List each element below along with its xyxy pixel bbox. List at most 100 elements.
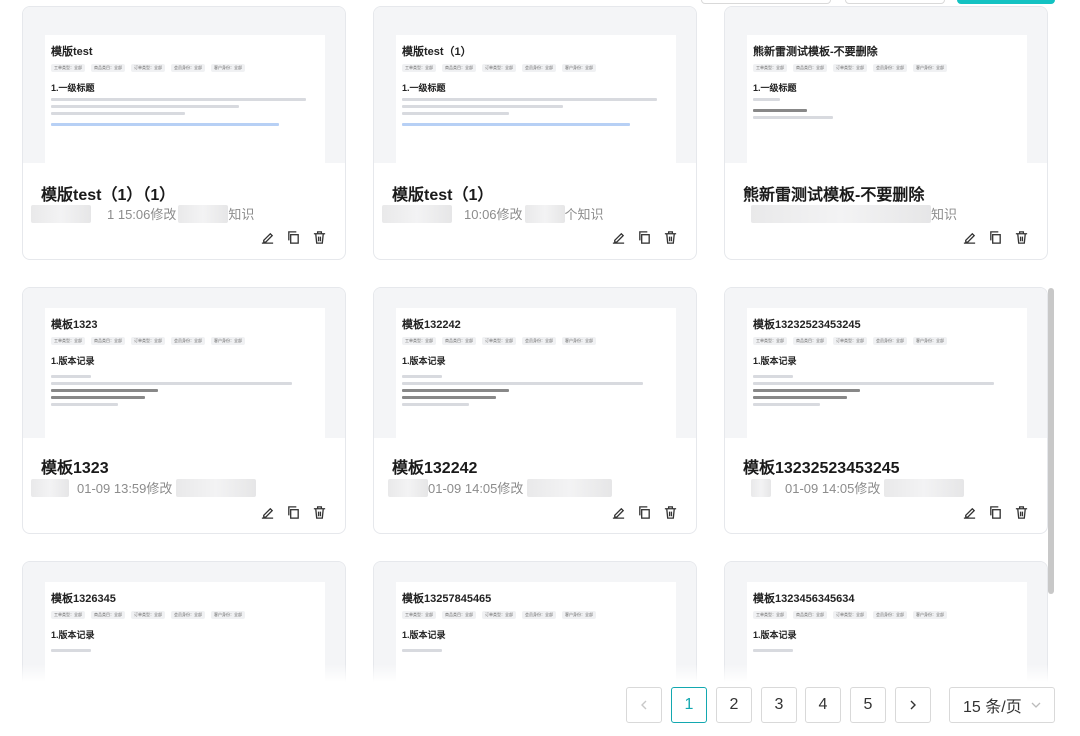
copy-icon[interactable] — [987, 504, 1003, 520]
preview-chip: 订单类型：全部 — [833, 611, 867, 619]
delete-icon[interactable] — [662, 504, 678, 520]
card-knowledge-count: 个知识 — [564, 207, 604, 222]
preview-sheet: 模板13232523453245 工单类型：全部 商品类目：全部 订单类型：全部… — [747, 308, 1027, 438]
card-preview: 模板13232523453245 工单类型：全部 商品类目：全部 订单类型：全部… — [725, 288, 1047, 438]
preview-chip: 商品类目：全部 — [793, 64, 827, 72]
vertical-scrollbar[interactable] — [1048, 288, 1054, 594]
preview-title: 模板1323456345634 — [753, 593, 855, 605]
redacted-author — [382, 204, 452, 223]
page-2-button[interactable]: 2 — [716, 687, 752, 723]
template-card[interactable]: 模版test 工单类型：全部 商品类目：全部 订单类型：全部 会员身份：全部 客… — [22, 6, 346, 260]
preview-heading: 1.版本记录 — [753, 630, 797, 640]
card-meta: 01-09 14:05修改 — [733, 478, 965, 497]
toolbar-button[interactable] — [701, 0, 831, 4]
page-1-button[interactable]: 1 — [671, 687, 707, 723]
preview-sheet: 模板1323 工单类型：全部 商品类目：全部 订单类型：全部 会员身份：全部 客… — [45, 308, 325, 438]
card-preview: 熊新雷测试模板-不要删除 工单类型：全部 商品类目：全部 订单类型：全部 会员身… — [725, 7, 1047, 163]
copy-icon[interactable] — [987, 229, 1003, 245]
preview-chip: 会员身份：全部 — [522, 611, 556, 619]
redacted-author — [388, 478, 428, 497]
preview-heading: 1.版本记录 — [753, 356, 797, 366]
card-title[interactable]: 熊新雷测试模板-不要删除 — [743, 181, 924, 205]
card-title[interactable]: 模板1323 — [41, 454, 109, 478]
page-size-select[interactable]: 15 条/页 — [949, 687, 1055, 723]
page-3-button[interactable]: 3 — [761, 687, 797, 723]
template-card[interactable]: 模板1323 工单类型：全部 商品类目：全部 订单类型：全部 会员身份：全部 客… — [22, 287, 346, 534]
redacted-count — [524, 204, 565, 223]
preview-chip: 客户身份：全部 — [562, 64, 596, 72]
delete-icon[interactable] — [311, 229, 327, 245]
preview-chip: 会员身份：全部 — [873, 611, 907, 619]
edit-icon[interactable] — [961, 504, 977, 520]
preview-chip: 工单类型：全部 — [753, 337, 787, 345]
delete-icon[interactable] — [1013, 504, 1029, 520]
preview-chip: 商品类目：全部 — [442, 611, 476, 619]
chevron-right-icon — [910, 700, 916, 710]
card-title[interactable]: 模板13232523453245 — [743, 454, 900, 478]
copy-icon[interactable] — [285, 504, 301, 520]
preview-chip: 订单类型：全部 — [131, 64, 165, 72]
preview-chip: 商品类目：全部 — [91, 611, 125, 619]
preview-chip: 客户身份：全部 — [211, 64, 245, 72]
edit-icon[interactable] — [961, 229, 977, 245]
preview-chip: 客户身份：全部 — [211, 337, 245, 345]
redacted-author — [751, 204, 931, 223]
template-card[interactable]: 模版test（1） 工单类型：全部 商品类目：全部 订单类型：全部 会员身份：全… — [373, 6, 697, 260]
preview-sheet: 模板132242 工单类型：全部 商品类目：全部 订单类型：全部 会员身份：全部… — [396, 308, 676, 438]
primary-toolbar-button[interactable] — [957, 0, 1055, 4]
preview-chip: 会员身份：全部 — [171, 337, 205, 345]
preview-title: 模版test — [51, 46, 93, 58]
preview-chip: 工单类型：全部 — [51, 337, 85, 345]
page-5-button[interactable]: 5 — [850, 687, 886, 723]
preview-chip: 会员身份：全部 — [522, 64, 556, 72]
card-modified-time: 01-09 14:05修改 — [785, 481, 881, 496]
preview-chip: 工单类型：全部 — [753, 611, 787, 619]
preview-chip: 工单类型：全部 — [402, 337, 436, 345]
delete-icon[interactable] — [662, 229, 678, 245]
preview-chip: 商品类目：全部 — [91, 64, 125, 72]
edit-icon[interactable] — [610, 504, 626, 520]
template-card[interactable]: 模板132242 工单类型：全部 商品类目：全部 订单类型：全部 会员身份：全部… — [373, 287, 697, 534]
card-title[interactable]: 模版test（1）（1） — [41, 181, 175, 205]
card-title[interactable]: 模板132242 — [392, 454, 477, 478]
template-card[interactable]: 熊新雷测试模板-不要删除 工单类型：全部 商品类目：全部 订单类型：全部 会员身… — [724, 6, 1048, 260]
preview-sheet: 熊新雷测试模板-不要删除 工单类型：全部 商品类目：全部 订单类型：全部 会员身… — [747, 35, 1027, 163]
preview-chip: 客户身份：全部 — [913, 337, 947, 345]
preview-title: 模板132242 — [402, 319, 461, 331]
next-page-button[interactable] — [895, 687, 931, 723]
preview-title: 模板1323 — [51, 319, 98, 331]
card-preview: 模板132242 工单类型：全部 商品类目：全部 订单类型：全部 会员身份：全部… — [374, 288, 696, 438]
card-meta: 10:06修改 个知识 — [382, 204, 604, 223]
redacted-author — [751, 478, 771, 497]
page-size-label: 15 条/页 — [963, 699, 1022, 716]
copy-icon[interactable] — [636, 504, 652, 520]
preview-chip: 商品类目：全部 — [442, 64, 476, 72]
preview-heading: 1.版本记录 — [51, 356, 95, 366]
card-modified-time: 1 15:06修改 — [107, 207, 177, 222]
redacted-author — [31, 478, 69, 497]
card-meta: 知识 — [733, 204, 957, 223]
template-card[interactable]: 模板13232523453245 工单类型：全部 商品类目：全部 订单类型：全部… — [724, 287, 1048, 534]
preview-chip: 工单类型：全部 — [753, 64, 787, 72]
preview-title: 模板13257845465 — [402, 593, 492, 605]
prev-page-button[interactable] — [626, 687, 662, 723]
edit-icon[interactable] — [259, 229, 275, 245]
toolbar-button[interactable] — [845, 0, 945, 4]
delete-icon[interactable] — [1013, 229, 1029, 245]
preview-chip: 订单类型：全部 — [833, 64, 867, 72]
edit-icon[interactable] — [259, 504, 275, 520]
page-4-button[interactable]: 4 — [805, 687, 841, 723]
copy-icon[interactable] — [285, 229, 301, 245]
preview-chip: 客户身份：全部 — [913, 611, 947, 619]
preview-chip: 工单类型：全部 — [51, 64, 85, 72]
preview-heading: 1.版本记录 — [51, 630, 95, 640]
copy-icon[interactable] — [636, 229, 652, 245]
card-knowledge-count: 知识 — [228, 207, 255, 222]
card-title[interactable]: 模版test（1） — [392, 181, 493, 205]
delete-icon[interactable] — [311, 504, 327, 520]
card-preview: 模版test（1） 工单类型：全部 商品类目：全部 订单类型：全部 会员身份：全… — [374, 7, 696, 163]
preview-chip: 客户身份：全部 — [913, 64, 947, 72]
preview-chip: 客户身份：全部 — [562, 337, 596, 345]
card-preview: 模版test 工单类型：全部 商品类目：全部 订单类型：全部 会员身份：全部 客… — [23, 7, 345, 163]
edit-icon[interactable] — [610, 229, 626, 245]
